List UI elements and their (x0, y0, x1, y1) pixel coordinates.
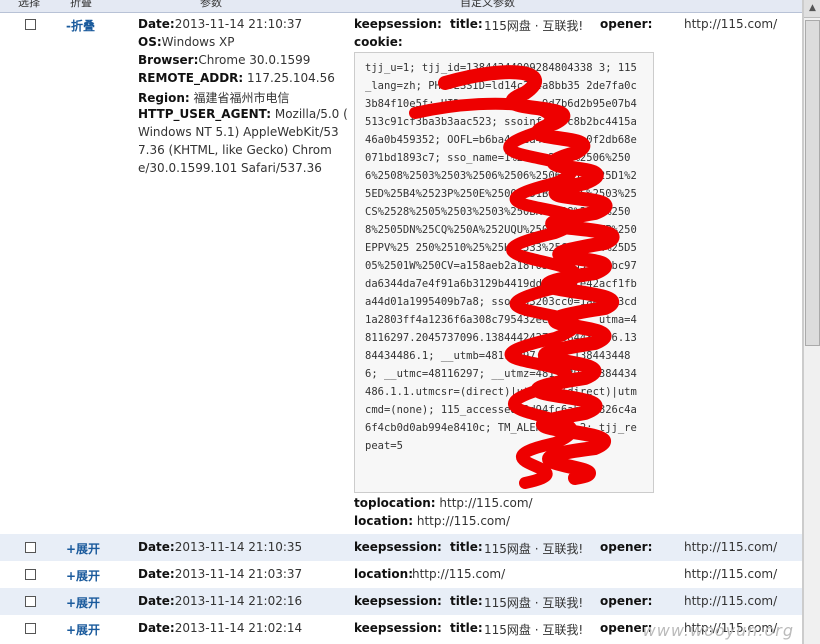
opener-value: http://115.com/ (684, 567, 778, 581)
opener-value: http://115.com/ (684, 17, 778, 31)
date-line: Date:2013-11-14 21:02:14 (138, 621, 303, 635)
title-value: 115网盘 · 互联我! (484, 542, 584, 556)
date-line: Date:2013-11-14 21:03:37 (138, 567, 303, 581)
os-line: OS:Windows XP (138, 35, 235, 49)
title-value: 115网盘 · 互联我! (484, 19, 584, 33)
title-label: title: (450, 621, 483, 635)
title-label: title: (450, 17, 483, 31)
red-scribble-redaction (409, 65, 620, 489)
location-value: http://115.com/ (412, 567, 506, 581)
header-custom-params: 自定义参数 (460, 0, 515, 9)
title-label: title: (450, 594, 483, 608)
header-select: 选择 (18, 0, 40, 9)
remote-addr-line: REMOTE_ADDR: 117.25.104.56 (138, 71, 335, 85)
watermark: www.wooyun.org (642, 621, 794, 640)
scroll-thumb[interactable] (805, 20, 820, 346)
opener-value: http://115.com/ (684, 594, 778, 608)
user-agent-line-2: Windows NT 5.1) AppleWebKit/53 (138, 125, 339, 139)
region-line: Region: 福建省福州市电信 (138, 91, 290, 105)
row-checkbox[interactable] (25, 542, 36, 553)
row-checkbox[interactable] (25, 19, 36, 30)
toplocation-line: toplocation: http://115.com/ (354, 496, 533, 510)
opener-label: opener: (600, 17, 653, 31)
date-line: Date:2013-11-14 21:10:35 (138, 540, 303, 554)
cookie-label: cookie: (354, 35, 403, 49)
title-value: 115网盘 · 互联我! (484, 596, 584, 610)
location-line: location: http://115.com/ (354, 514, 510, 528)
row-checkbox[interactable] (25, 596, 36, 607)
title-label: title: (450, 540, 483, 554)
log-table: 选择 折叠 参数 自定义参数 -折叠 Date:2013-11-14 21:10… (0, 0, 803, 644)
keepsession-label: keepsession: (354, 17, 442, 31)
title-value: 115网盘 · 互联我! (484, 623, 584, 637)
keepsession-label: keepsession: (354, 621, 442, 635)
scroll-up-icon[interactable]: ▲ (804, 0, 820, 18)
header-params: 参数 (200, 0, 222, 9)
table-row: +展开 Date:2013-11-14 21:03:37 location: h… (0, 561, 802, 588)
vertical-scrollbar[interactable]: ▲ (803, 0, 820, 644)
user-agent-line-3: 7.36 (KHTML, like Gecko) Chrom (138, 143, 332, 157)
keepsession-label: keepsession: (354, 540, 442, 554)
row-checkbox[interactable] (25, 569, 36, 580)
opener-label: opener: (600, 594, 653, 608)
location-label: location: (354, 567, 414, 581)
expand-link[interactable]: +展开 (66, 567, 100, 584)
expand-link[interactable]: +展开 (66, 621, 100, 638)
collapse-link[interactable]: -折叠 (66, 17, 95, 34)
table-row: +展开 Date:2013-11-14 21:10:35 keepsession… (0, 534, 802, 561)
cookie-box: tjj_u=1; tjj_id=13844344909284804338 3; … (354, 52, 654, 493)
expand-link[interactable]: +展开 (66, 594, 100, 611)
opener-value: http://115.com/ (684, 540, 778, 554)
table-row: +展开 Date:2013-11-14 21:02:16 keepsession… (0, 588, 802, 615)
user-agent-line: HTTP_USER_AGENT: Mozilla/5.0 ( (138, 107, 348, 121)
keepsession-label: keepsession: (354, 594, 442, 608)
row-checkbox[interactable] (25, 623, 36, 634)
expand-link[interactable]: +展开 (66, 540, 100, 557)
header-collapse: 折叠 (70, 0, 92, 9)
user-agent-line-4: e/30.0.1599.101 Safari/537.36 (138, 161, 322, 175)
table-header: 选择 折叠 参数 自定义参数 (0, 0, 802, 13)
browser-line: Browser:Chrome 30.0.1599 (138, 53, 311, 67)
opener-label: opener: (600, 540, 653, 554)
date-line: Date:2013-11-14 21:10:37 (138, 17, 303, 31)
date-line: Date:2013-11-14 21:02:16 (138, 594, 303, 608)
